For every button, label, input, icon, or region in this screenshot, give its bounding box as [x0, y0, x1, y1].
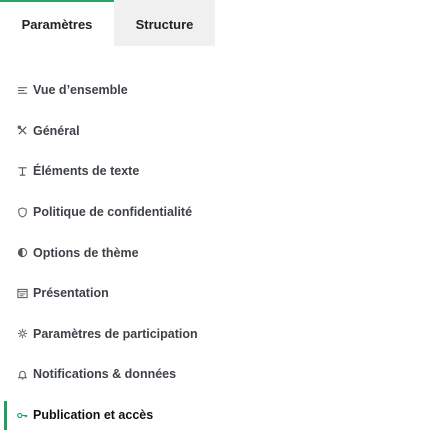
menu-item-options-theme[interactable]: Options de thème [0, 232, 427, 273]
menu-item-label: Options de thème [33, 245, 139, 260]
menu-item-politique-confidentialite[interactable]: Politique de confidentialité [0, 192, 427, 233]
tab-structure[interactable]: Structure [114, 0, 215, 46]
menu-item-notifications-donnees[interactable]: Notifications & données [0, 354, 427, 395]
settings-menu: Vue d’ensemble Général Éléments de texte… [0, 70, 427, 435]
tab-parametres[interactable]: Paramètres [0, 0, 114, 46]
window-icon [16, 287, 28, 299]
text-icon [16, 165, 28, 177]
contrast-icon [16, 247, 28, 259]
menu-item-label: Général [33, 123, 80, 138]
menu-item-label: Politique de confidentialité [33, 205, 193, 220]
list-icon [16, 84, 28, 96]
settings-tab-bar: Paramètres Structure [0, 0, 427, 46]
menu-item-elements-texte[interactable]: Éléments de texte [0, 151, 427, 192]
menu-item-label: Paramètres de participation [33, 326, 198, 341]
gear-icon [16, 328, 28, 340]
shield-icon [16, 206, 28, 218]
menu-item-label: Publication et accès [33, 408, 154, 423]
menu-item-general[interactable]: Général [0, 111, 427, 152]
tools-icon [16, 125, 28, 137]
menu-item-publication-acces[interactable]: Publication et accès [0, 395, 427, 436]
key-icon [16, 409, 28, 421]
menu-item-parametres-participation[interactable]: Paramètres de participation [0, 314, 427, 355]
menu-item-presentation[interactable]: Présentation [0, 273, 427, 314]
menu-item-label: Notifications & données [33, 367, 177, 382]
active-indicator [4, 400, 7, 430]
menu-item-vue-ensemble[interactable]: Vue d’ensemble [0, 70, 427, 111]
menu-item-label: Vue d’ensemble [33, 83, 128, 98]
tab-bar-filler [215, 0, 427, 46]
menu-item-label: Éléments de texte [33, 164, 140, 179]
menu-item-label: Présentation [33, 286, 109, 301]
bell-icon [16, 368, 28, 380]
